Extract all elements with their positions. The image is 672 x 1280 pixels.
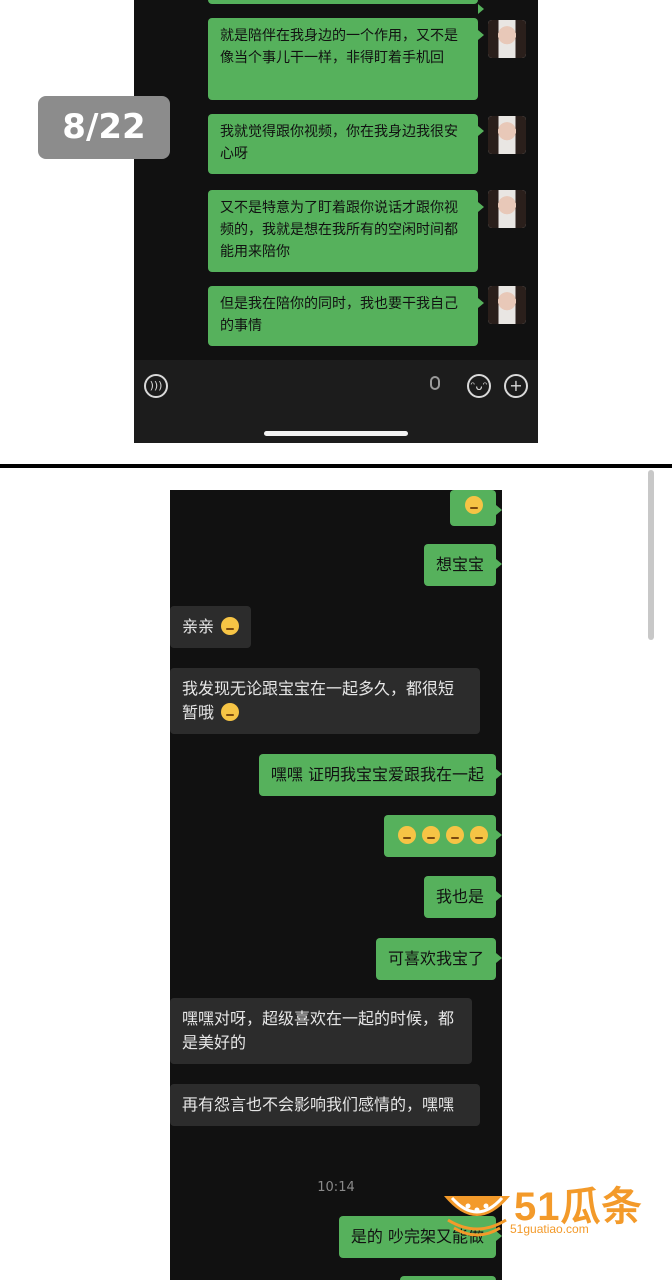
message-text: 可喜欢我宝了 [387, 949, 484, 968]
message-text: 嘿嘿对呀，超级喜欢在一起的时候，都是美好的 [182, 1009, 455, 1052]
kiss-emoji-icon [446, 826, 464, 844]
partial-message-bubble [208, 0, 484, 14]
watermelon-logo-icon [444, 1196, 510, 1237]
home-indicator [264, 431, 408, 436]
frown-emoji-icon [465, 496, 483, 514]
partial-message-bubble [400, 1276, 496, 1280]
message-bubble[interactable]: 可喜欢我宝了 [375, 938, 502, 980]
message-text: 又不是特意为了盯着跟你说话才跟你视频的，我就是想在我所有的空闲时间都能用来陪你 [220, 200, 458, 260]
message-text: 亲亲 [182, 617, 215, 636]
avatar[interactable] [488, 190, 526, 228]
scrollbar-thumb[interactable] [648, 470, 654, 640]
avatar[interactable] [488, 20, 526, 58]
message-bubble[interactable]: 😚😚😚😚 [384, 815, 502, 857]
message-text: 想宝宝 [435, 555, 484, 574]
message-bubble[interactable]: 嘿嘿 证明我宝宝爱跟我在一起 [258, 754, 502, 796]
message-bubble[interactable]: 就是陪伴在我身边的一个作用，又不是像当个事儿干一样，非得盯着手机回 [208, 18, 484, 100]
message-bubble[interactable]: 我就觉得跟你视频，你在我身边我很安心呀 [208, 114, 484, 174]
message-bubble[interactable]: 想宝宝 [423, 544, 502, 586]
message-bubble[interactable]: 我发现无论跟宝宝在一起多久，都很短暂哦 [170, 668, 480, 734]
message-text: 但是我在陪你的同时，我也要干我自己的事情 [220, 296, 458, 334]
kiss-emoji-icon [470, 826, 488, 844]
message-text: 我也是 [435, 887, 484, 906]
text-input[interactable] [178, 370, 418, 402]
site-watermark: 51瓜条 51guatiao.com [440, 1172, 655, 1242]
message-text: 我就觉得跟你视频，你在我身边我很安心呀 [220, 124, 458, 162]
message-text: 嘿嘿 证明我宝宝爱跟我在一起 [270, 765, 484, 784]
neutral-emoji-icon [221, 703, 240, 721]
kiss-emoji-icon [398, 826, 416, 844]
avatar[interactable] [488, 286, 526, 324]
microphone-icon[interactable] [430, 376, 440, 390]
emoji-icon[interactable]: ᵔᴗᵔ [467, 374, 491, 398]
message-text: 再有怨言也不会影响我们感情的，嘿嘿 [182, 1095, 455, 1114]
kiss-emoji-icon [221, 617, 240, 635]
panel-divider [0, 464, 672, 468]
message-bubble[interactable]: 又不是特意为了盯着跟你说话才跟你视频的，我就是想在我所有的空闲时间都能用来陪你 [208, 190, 484, 272]
message-bubble[interactable]: 再有怨言也不会影响我们感情的，嘿嘿 [170, 1084, 480, 1126]
bottom-chat-window: 想宝宝 亲亲 我发现无论跟宝宝在一起多久，都很短暂哦 嘿嘿 证明我宝宝爱跟我在一… [170, 490, 502, 1280]
watermark-url: 51guatiao.com [510, 1222, 589, 1236]
message-bubble[interactable]: 亲亲 [170, 606, 252, 648]
avatar[interactable] [488, 116, 526, 154]
voice-icon[interactable]: ))) [144, 374, 168, 398]
message-text: 就是陪伴在我身边的一个作用，又不是像当个事儿干一样，非得盯着手机回 [220, 28, 458, 66]
kiss-emoji-icon [422, 826, 440, 844]
page-counter-badge: 8/22 [38, 96, 170, 159]
top-chat-window: 就是陪伴在我身边的一个作用，又不是像当个事儿干一样，非得盯着手机回 我就觉得跟你… [134, 0, 538, 443]
message-bubble[interactable]: 嘿嘿对呀，超级喜欢在一起的时候，都是美好的 [170, 998, 472, 1064]
partial-emoji-bubble [450, 490, 502, 526]
chat-input-bar: ))) ᵔᴗᵔ + [134, 360, 538, 443]
message-bubble[interactable]: 我也是 [423, 876, 502, 918]
plus-icon[interactable]: + [504, 374, 528, 398]
message-bubble[interactable]: 但是我在陪你的同时，我也要干我自己的事情 [208, 286, 484, 346]
